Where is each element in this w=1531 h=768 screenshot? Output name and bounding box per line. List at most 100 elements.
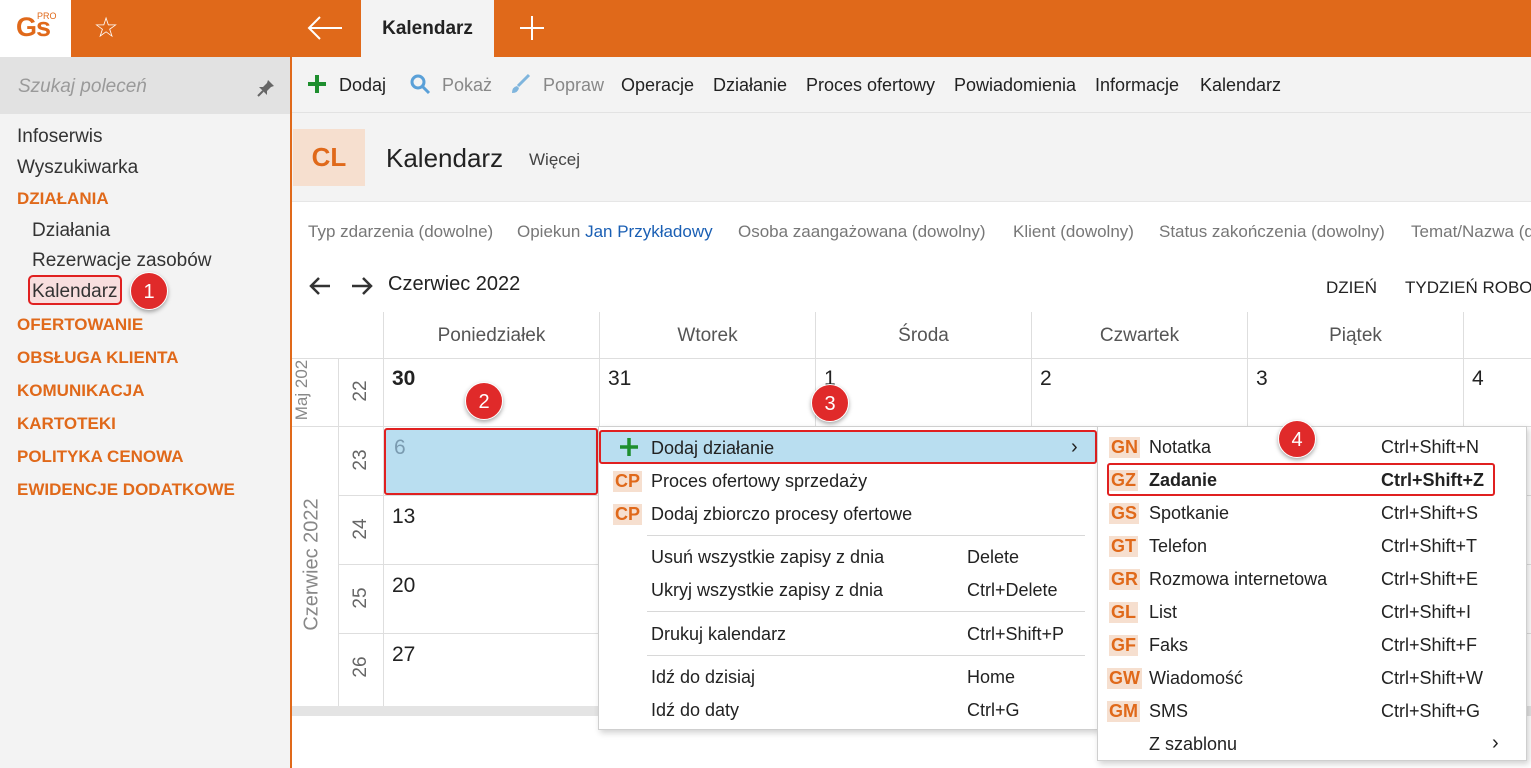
menu-item-go-today[interactable]: Idź do dzisiaj Home <box>599 661 1097 694</box>
code-badge: GF <box>1109 635 1138 656</box>
menu-item-label: Notatka <box>1149 437 1212 457</box>
menu-item-shortcut: Ctrl+Shift+T <box>1381 536 1478 556</box>
code-badge: GN <box>1109 437 1140 458</box>
menu-item-label: List <box>1149 602 1178 622</box>
filter-status[interactable]: Status zakończenia (dowolny) <box>1159 222 1385 242</box>
callout-step-3: 3 <box>811 384 849 422</box>
menu-item-hide-day[interactable]: Ukryj wszystkie zapisy z dnia Ctrl+Delet… <box>599 574 1097 607</box>
offer-process-menu[interactable]: Proces ofertowy <box>806 75 935 96</box>
edit-button[interactable]: Popraw <box>543 75 604 96</box>
code-badge: CP <box>613 504 643 525</box>
month-side-label-june: Czerwiec 2022 <box>300 498 323 631</box>
notifications-menu[interactable]: Powiadomienia <box>954 75 1076 96</box>
week-number: 26 <box>350 656 371 678</box>
sidebar-item-kalendarz[interactable]: Kalendarz <box>32 281 118 303</box>
menu-item-shortcut: Ctrl+Shift+I <box>1381 602 1472 622</box>
submenu-item-from-template[interactable]: Z szablonu › <box>1098 728 1526 761</box>
menu-item-go-date[interactable]: Idź do daty Ctrl+G <box>599 694 1097 727</box>
submenu-item-phone[interactable]: GT Telefon Ctrl+Shift+T <box>1098 530 1526 563</box>
code-badge: GR <box>1109 569 1140 590</box>
filter-topic[interactable]: Temat/Nazwa (d <box>1411 222 1531 242</box>
menu-item-add-action[interactable]: Dodaj działanie › <box>599 430 1097 464</box>
day-cell[interactable]: 30 <box>392 367 415 391</box>
submenu-item-sms[interactable]: GM SMS Ctrl+Shift+G <box>1098 695 1526 728</box>
sidebar-category-komunikacja[interactable]: KOMUNIKACJA <box>17 381 145 401</box>
sidebar-category-dzialania[interactable]: DZIAŁANIA <box>17 189 109 209</box>
code-badge: GT <box>1109 536 1138 557</box>
grid-line <box>338 358 339 708</box>
calendar-menu[interactable]: Kalendarz <box>1200 75 1281 96</box>
prev-arrow-icon[interactable] <box>306 274 334 298</box>
sidebar-item-infoserwis[interactable]: Infoserwis <box>17 126 103 148</box>
callout-step-2: 2 <box>465 382 503 420</box>
operations-menu[interactable]: Operacje <box>621 75 694 96</box>
add-icon <box>619 437 639 462</box>
command-search-input[interactable]: Szukaj poleceń <box>0 57 290 114</box>
day-cell[interactable]: 2 <box>1040 367 1052 391</box>
next-arrow-icon[interactable] <box>348 274 376 298</box>
menu-item-shortcut: Ctrl+Shift+G <box>1381 701 1481 721</box>
submenu-item-message[interactable]: GW Wiadomość Ctrl+Shift+W <box>1098 662 1526 695</box>
menu-item-shortcut: Ctrl+Shift+N <box>1381 437 1480 457</box>
new-tab-plus-icon[interactable] <box>516 12 548 44</box>
day-cell[interactable]: 3 <box>1256 367 1268 391</box>
chevron-right-icon: › <box>1492 732 1499 754</box>
sidebar-category-ofertowanie[interactable]: OFERTOWANIE <box>17 315 143 335</box>
day-header-friday: Piątek <box>1329 325 1382 346</box>
menu-item-delete-day[interactable]: Usuń wszystkie zapisy z dnia Delete <box>599 541 1097 574</box>
sidebar-category-kartoteki[interactable]: KARTOTEKI <box>17 414 116 434</box>
submenu-item-chat[interactable]: GR Rozmowa internetowa Ctrl+Shift+E <box>1098 563 1526 596</box>
favorites-star-icon[interactable]: ☆ <box>90 12 122 44</box>
menu-item-offer-process[interactable]: CP Proces ofertowy sprzedaży <box>599 465 1097 498</box>
week-number: 24 <box>350 518 371 540</box>
day-header-thursday: Czwartek <box>1099 325 1180 346</box>
menu-item-shortcut: Ctrl+Shift+F <box>1381 635 1478 655</box>
day-cell[interactable]: 27 <box>392 643 415 667</box>
sidebar-category-polityka-cenowa[interactable]: POLITYKA CENOWA <box>17 447 184 467</box>
back-arrow-icon[interactable] <box>300 8 350 48</box>
submenu-item-letter[interactable]: GL List Ctrl+Shift+I <box>1098 596 1526 629</box>
sidebar-category-obsluga-klienta[interactable]: OBSŁUGA KLIENTA <box>17 348 179 368</box>
menu-item-label: Drukuj kalendarz <box>651 624 787 644</box>
menu-separator <box>647 535 1085 536</box>
view-work-week-button[interactable]: TYDZIEŃ ROBOC <box>1405 278 1531 298</box>
more-link[interactable]: Więcej <box>529 150 580 170</box>
tab-kalendarz[interactable]: Kalendarz <box>361 0 494 57</box>
filter-event-type[interactable]: Typ zdarzenia (dowolne) <box>308 222 493 242</box>
sidebar-category-ewidencje[interactable]: EWIDENCJE DODATKOWE <box>17 480 235 500</box>
day-header-monday: Poniedziałek <box>437 325 546 346</box>
current-month-label: Czerwiec 2022 <box>388 273 521 295</box>
day-cell[interactable]: 13 <box>392 505 415 529</box>
sidebar-item-rezerwacje[interactable]: Rezerwacje zasobów <box>32 250 212 272</box>
action-menu[interactable]: Działanie <box>713 75 787 96</box>
day-header-tuesday: Wtorek <box>677 325 738 346</box>
menu-item-label: Usuń wszystkie zapisy z dnia <box>651 547 885 567</box>
view-day-button[interactable]: DZIEŃ <box>1326 278 1377 298</box>
day-cell[interactable]: 31 <box>608 367 631 391</box>
sidebar-item-dzialania[interactable]: Działania <box>32 220 110 242</box>
code-badge: GZ <box>1109 470 1138 491</box>
show-button[interactable]: Pokaż <box>442 75 492 96</box>
menu-item-label: Dodaj działanie <box>651 438 775 458</box>
filter-client[interactable]: Klient (dowolny) <box>1013 222 1134 242</box>
submenu-item-task[interactable]: GZ Zadanie Ctrl+Shift+Z <box>1107 463 1495 496</box>
day-cell[interactable]: 20 <box>392 574 415 598</box>
day-cell[interactable]: 4 <box>1472 367 1484 391</box>
information-menu[interactable]: Informacje <box>1095 75 1179 96</box>
menu-item-print-calendar[interactable]: Drukuj kalendarz Ctrl+Shift+P <box>599 618 1097 651</box>
week-number: 25 <box>350 587 371 609</box>
edit-brush-icon <box>509 73 531 100</box>
submenu-item-meeting[interactable]: GS Spotkanie Ctrl+Shift+S <box>1098 497 1526 530</box>
filter-owner[interactable]: Opiekun Jan Przykładowy <box>517 222 713 242</box>
selected-day-cell[interactable]: 6 <box>384 428 598 495</box>
menu-item-bulk-offer-process[interactable]: CP Dodaj zbiorczo procesy ofertowe <box>599 498 1097 531</box>
add-button[interactable]: Dodaj <box>339 75 386 96</box>
submenu-item-fax[interactable]: GF Faks Ctrl+Shift+F <box>1098 629 1526 662</box>
grid-line <box>383 312 384 708</box>
app-logo[interactable]: Gs PRO <box>0 0 71 57</box>
sidebar-item-wyszukiwarka[interactable]: Wyszukiwarka <box>17 157 138 179</box>
filter-involved[interactable]: Osoba zaangażowana (dowolny) <box>738 222 986 242</box>
pin-icon[interactable] <box>256 78 276 98</box>
grid-line <box>292 358 1531 359</box>
add-icon <box>306 73 328 100</box>
